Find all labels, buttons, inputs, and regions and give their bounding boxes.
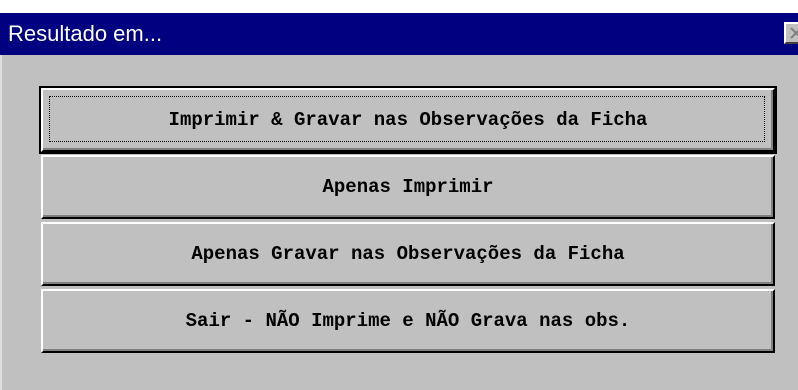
save-only-button[interactable]: Apenas Gravar nas Observações da Ficha [41, 222, 775, 286]
close-icon [790, 27, 798, 39]
screen-top-edge [0, 0, 798, 13]
save-only-label: Apenas Gravar nas Observações da Ficha [191, 243, 625, 265]
print-only-button[interactable]: Apenas Imprimir [41, 155, 775, 219]
exit-label: Sair - NÃO Imprime e NÃO Grava nas obs. [185, 310, 631, 332]
print-and-save-label: Imprimir & Gravar nas Observações da Fic… [168, 109, 648, 131]
print-only-label: Apenas Imprimir [322, 176, 494, 198]
window-title: Resultado em... [8, 21, 163, 46]
title-bar[interactable]: Resultado em... [0, 13, 798, 55]
print-and-save-button[interactable]: Imprimir & Gravar nas Observações da Fic… [39, 86, 777, 154]
exit-button[interactable]: Sair - NÃO Imprime e NÃO Grava nas obs. [41, 289, 775, 353]
close-button[interactable] [784, 22, 798, 44]
button-list: Imprimir & Gravar nas Observações da Fic… [39, 86, 777, 356]
